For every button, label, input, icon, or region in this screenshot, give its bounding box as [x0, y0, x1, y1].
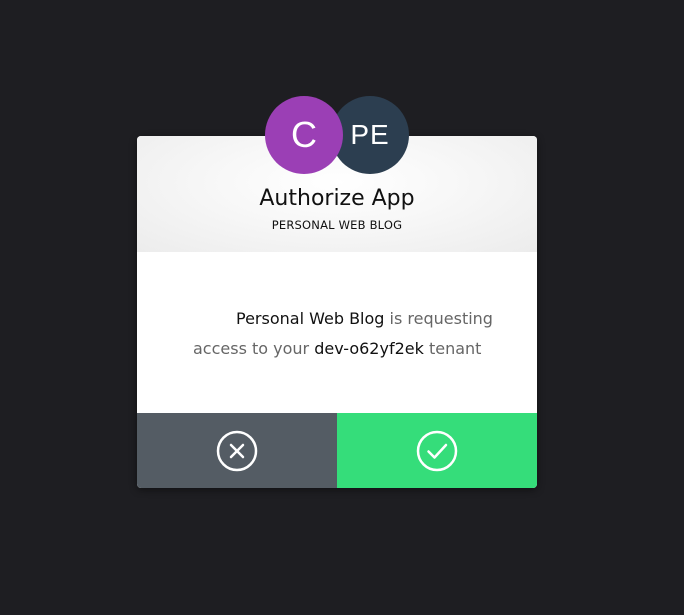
dialog-header: PE C Authorize App PERSONAL WEB BLOG: [137, 96, 537, 252]
message-access-text: access to your: [193, 339, 315, 358]
authorize-dialog: PE C Authorize App PERSONAL WEB BLOG Per…: [137, 96, 537, 488]
tenant-avatar-initials: PE: [350, 119, 390, 150]
dialog-actions: [137, 413, 537, 488]
message-tenant-text: tenant: [423, 339, 482, 358]
client-avatar: C: [265, 96, 343, 174]
tenant-name: dev-o62yf2ek: [314, 339, 424, 358]
app-name: Personal Web Blog: [236, 309, 385, 328]
authorization-message: Personal Web Blog is requesting access t…: [193, 304, 513, 364]
message-line-1: Personal Web Blog is requesting: [193, 304, 513, 334]
deny-button[interactable]: [137, 413, 337, 488]
client-avatar-initials: C: [291, 114, 317, 155]
close-circle-icon: [216, 430, 258, 472]
dialog-title: Authorize App: [259, 186, 415, 211]
dialog-subtitle: PERSONAL WEB BLOG: [271, 218, 403, 232]
message-requesting-text: is requesting: [384, 309, 493, 328]
check-circle-icon: [416, 430, 458, 472]
message-line-2: access to your dev-o62yf2ek tenant: [193, 334, 513, 364]
accept-button[interactable]: [337, 413, 537, 488]
dialog-body: Personal Web Blog is requesting access t…: [137, 252, 537, 413]
